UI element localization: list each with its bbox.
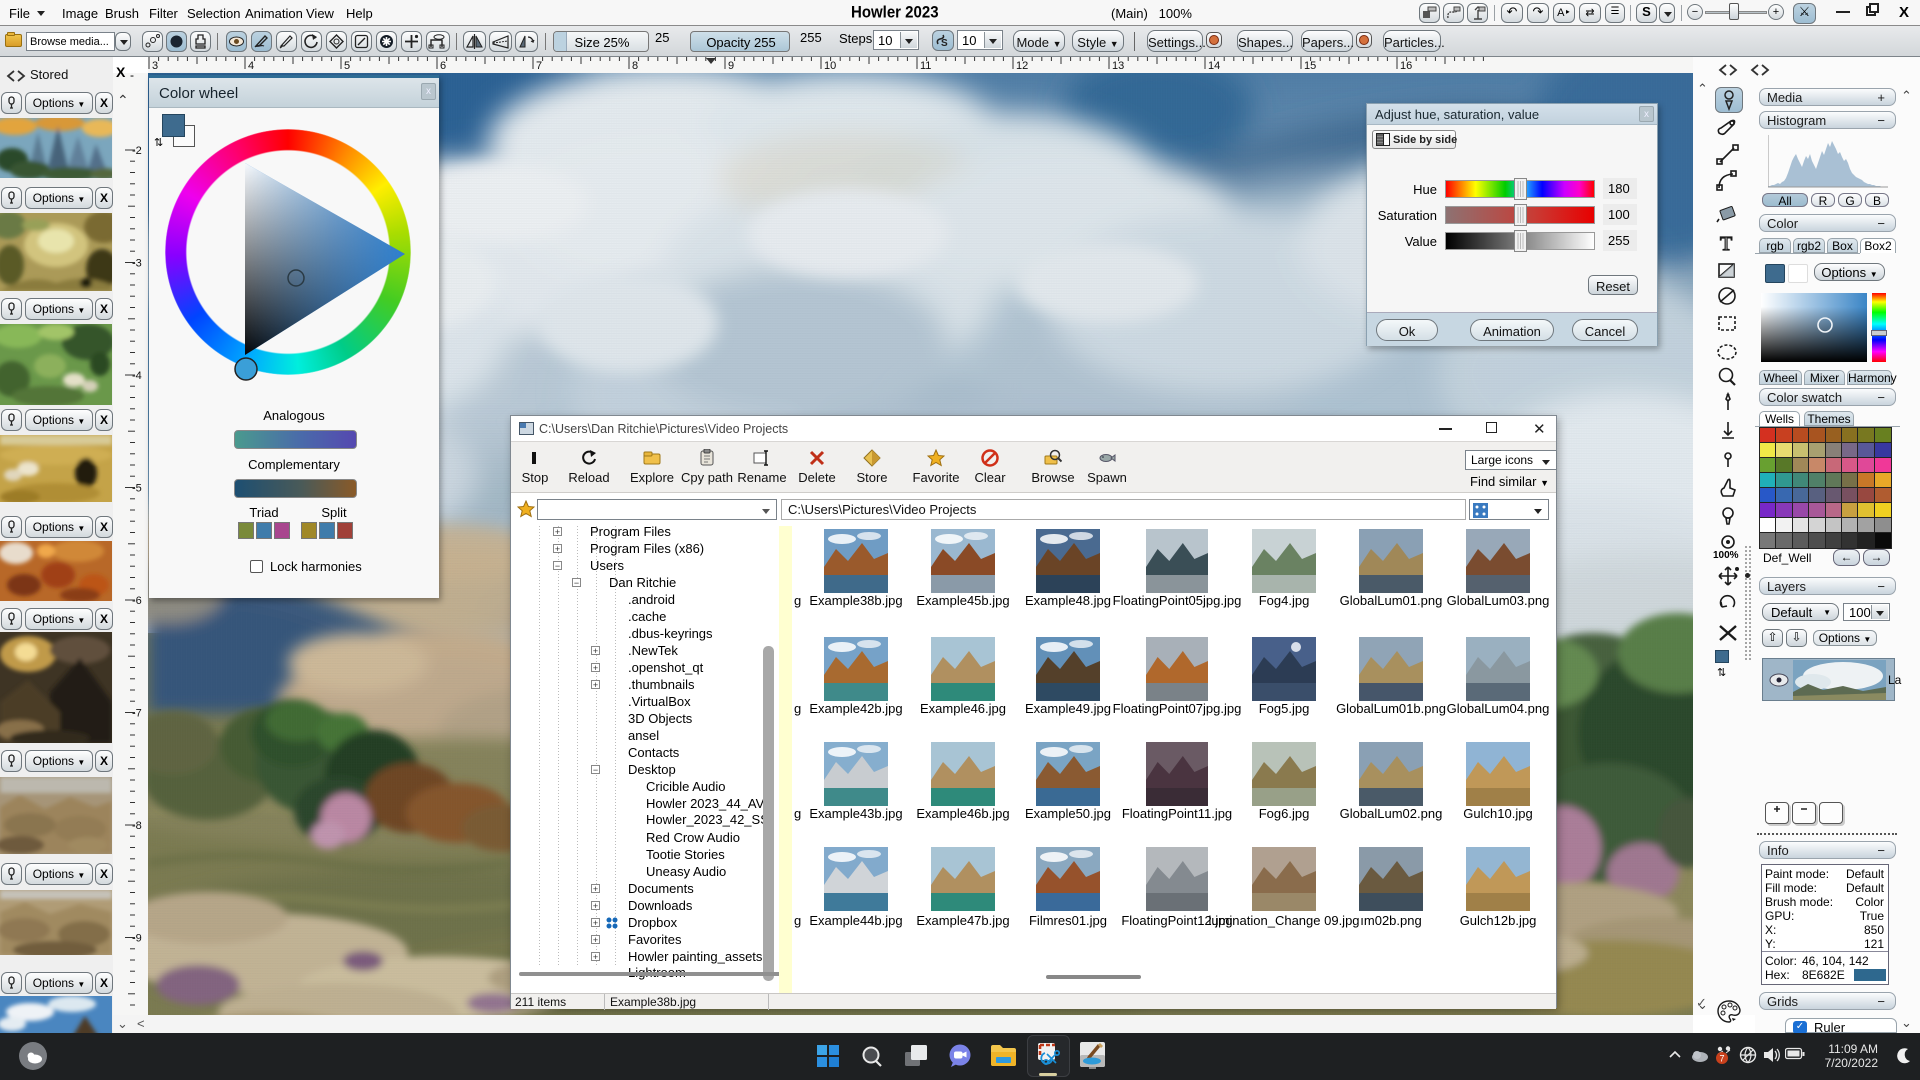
- svg-text:11: 11: [920, 60, 931, 72]
- svg-text:-3: -3: [132, 258, 142, 270]
- svg-text:12: 12: [1016, 60, 1028, 72]
- svg-text:5: 5: [344, 60, 350, 72]
- svg-text:⌃: ⌃: [117, 92, 129, 108]
- svg-text:4: 4: [248, 60, 254, 72]
- svg-text:7: 7: [536, 60, 542, 72]
- svg-text:-2: -2: [132, 145, 142, 157]
- svg-text:16: 16: [1400, 60, 1412, 72]
- svg-text:6: 6: [440, 60, 446, 72]
- svg-text:-4: -4: [132, 370, 142, 382]
- svg-text:10: 10: [824, 60, 836, 72]
- svg-text:-9: -9: [132, 933, 142, 945]
- svg-text:13: 13: [1112, 60, 1124, 72]
- svg-text:S: S: [941, 38, 948, 49]
- svg-text:-7: -7: [132, 708, 142, 720]
- svg-text:15: 15: [1304, 60, 1316, 72]
- svg-text:-6: -6: [132, 595, 142, 607]
- svg-text:-5: -5: [132, 483, 142, 495]
- svg-text:7: 7: [1719, 1054, 1724, 1064]
- svg-text:8: 8: [632, 60, 638, 72]
- svg-text:T: T: [1720, 233, 1732, 255]
- svg-text:14: 14: [1208, 60, 1220, 72]
- svg-text:-8: -8: [132, 820, 142, 832]
- svg-text:3: 3: [152, 60, 158, 72]
- svg-text:9: 9: [728, 60, 734, 72]
